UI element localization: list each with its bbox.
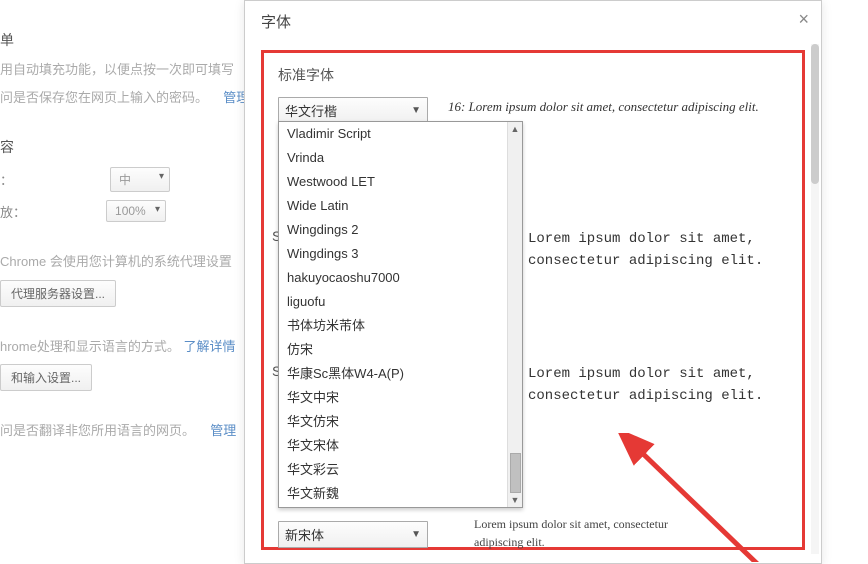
font-option[interactable]: 仿宋 (279, 338, 522, 362)
font-option[interactable]: hakuyocaoshu7000 (279, 266, 522, 290)
scrollbar-thumb[interactable] (811, 44, 819, 184)
sans-font-preview: Lorem ipsum dolor sit amet, consectetur … (528, 363, 763, 408)
close-icon[interactable]: × (798, 9, 809, 30)
fixed-width-font-preview: Lorem ipsum dolor sit amet, consectetur … (474, 515, 668, 551)
font-dropdown-list[interactable]: Vladimir ScriptVrindaWestwood LETWide La… (278, 121, 523, 508)
bg-input-button[interactable]: 和输入设置... (0, 364, 92, 391)
font-option[interactable]: 华文宋体 (279, 434, 522, 458)
font-option[interactable]: Wide Latin (279, 194, 522, 218)
font-option[interactable]: Westwood LET (279, 170, 522, 194)
bg-proxy-button[interactable]: 代理服务器设置... (0, 280, 116, 307)
chevron-down-icon: ▼ (411, 105, 421, 116)
bg-heading-content: 容 (0, 137, 260, 157)
bg-manage-link[interactable]: 管理 (210, 423, 236, 438)
scroll-up-icon[interactable]: ▲ (508, 122, 522, 136)
select-value: 华文行楷 (285, 101, 337, 120)
fixed-width-font-select[interactable]: 新宋体 ▼ (278, 521, 428, 548)
font-option[interactable]: 华文新魏 (279, 482, 522, 506)
bg-link-more[interactable]: 了解详情 (183, 339, 235, 354)
font-option[interactable]: 华文彩云 (279, 458, 522, 482)
bg-heading-forms: 单 (0, 30, 260, 50)
select-value: 新宋体 (285, 525, 324, 544)
serif-font-preview: Lorem ipsum dolor sit amet, consectetur … (528, 228, 763, 273)
font-option[interactable]: 书体坊米芾体 (279, 314, 522, 338)
dropdown-scrollbar[interactable]: ▲ ▼ (507, 122, 522, 507)
bg-text: 问是否翻译非您所用语言的网页。 (0, 423, 195, 438)
font-option[interactable]: 华康Sc黑体W4-A(P) (279, 362, 522, 386)
bg-zoom-dropdown[interactable]: 100% (106, 200, 166, 222)
font-option[interactable]: Wingdings 2 (279, 218, 522, 242)
scroll-down-icon[interactable]: ▼ (508, 493, 522, 507)
chrome-settings-background: 单 用自动填充功能，以便点按一次即可填写 问是否保存您在网页上输入的密码。 管理… (0, 0, 260, 564)
standard-font-preview: 16: Lorem ipsum dolor sit amet, consecte… (448, 97, 788, 117)
standard-font-select[interactable]: 华文行楷 ▼ (278, 97, 428, 124)
bg-text: hrome处理和显示语言的方式。 (0, 339, 180, 354)
font-option[interactable]: liguofu (279, 290, 522, 314)
bg-text: 用自动填充功能，以便点按一次即可填写 (0, 60, 260, 80)
bg-lang-label: ： (0, 170, 20, 189)
bg-text: Chrome 会使用您计算机的系统代理设置 (0, 252, 260, 272)
standard-font-row: 华文行楷 ▼ Vladimir ScriptVrindaWestwood LET… (278, 97, 788, 124)
highlight-frame: 标准字体 华文行楷 ▼ Vladimir ScriptVrindaWestwoo… (261, 50, 805, 550)
modal-title: 字体 (261, 14, 291, 31)
bg-zoom-label: 放： (0, 202, 26, 221)
font-option[interactable]: 华文仿宋 (279, 410, 522, 434)
font-option[interactable]: Wingdings 3 (279, 242, 522, 266)
bg-text: 问是否保存您在网页上输入的密码。 (0, 90, 208, 105)
font-option[interactable]: 华文中宋 (279, 386, 522, 410)
font-option[interactable]: 华文楷体 (279, 506, 522, 508)
font-settings-modal: 字体 × 标准字体 华文行楷 ▼ Vladimir ScriptVrindaWe… (244, 0, 822, 564)
bg-lang-dropdown[interactable]: 中 (110, 167, 170, 192)
font-option[interactable]: Vladimir Script (279, 122, 522, 146)
scrollbar-thumb[interactable] (510, 453, 521, 493)
modal-scrollbar[interactable] (811, 44, 819, 554)
font-option[interactable]: Vrinda (279, 146, 522, 170)
modal-header: 字体 × (245, 1, 821, 42)
standard-font-title: 标准字体 (278, 65, 788, 85)
chevron-down-icon: ▼ (411, 529, 421, 540)
